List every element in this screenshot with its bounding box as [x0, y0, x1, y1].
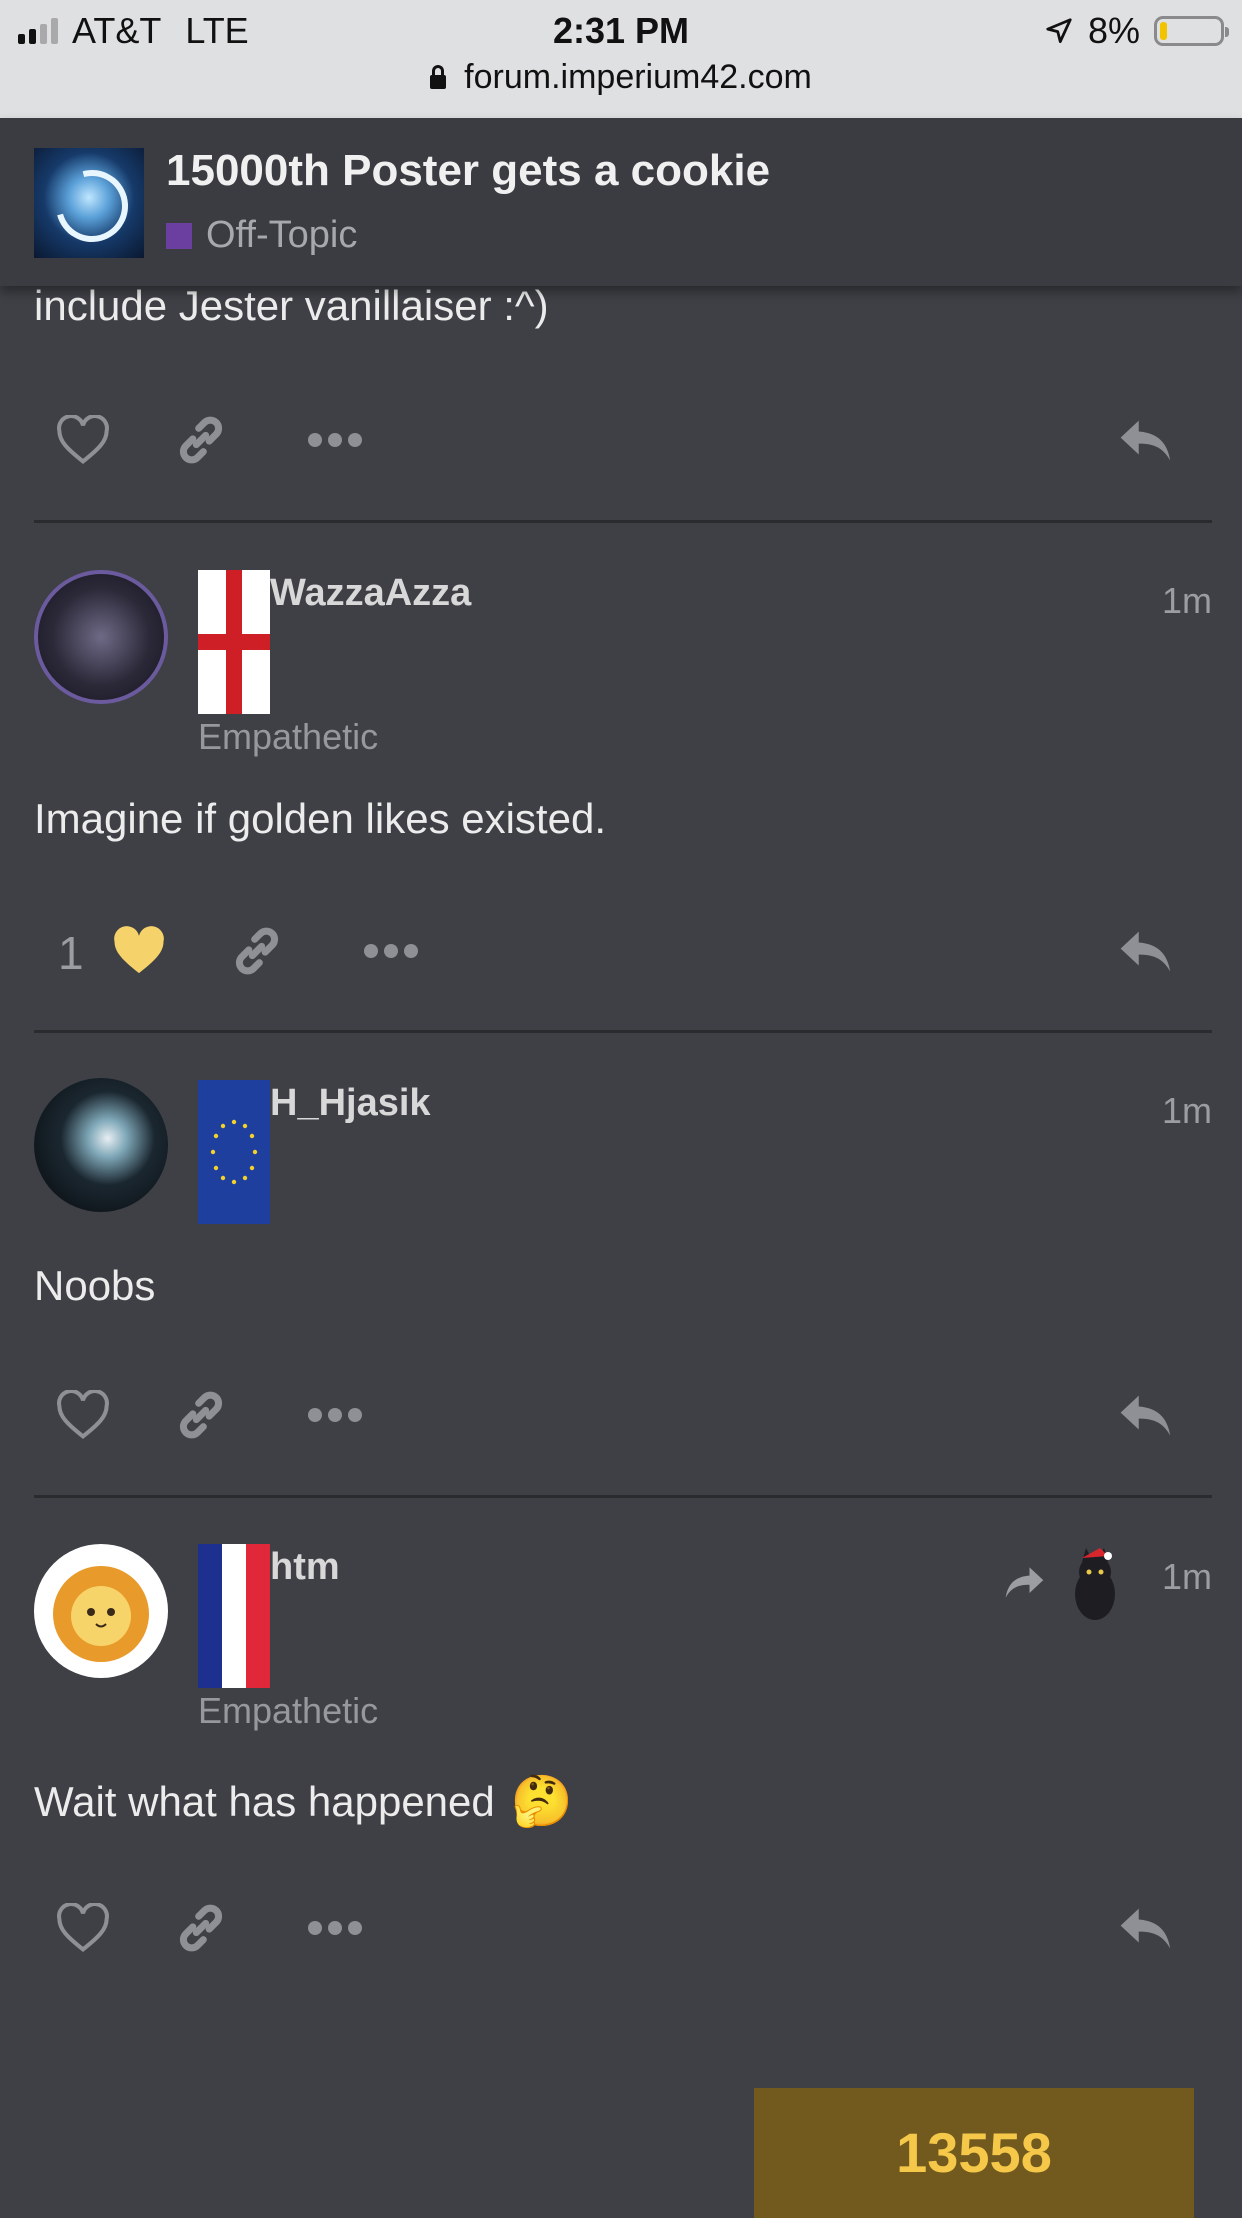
like-button[interactable] — [44, 1370, 122, 1460]
heart-outline-icon — [57, 415, 109, 464]
reply-icon — [1120, 420, 1171, 461]
lion-avatar-icon — [53, 1566, 149, 1662]
ellipsis-icon — [308, 1408, 362, 1422]
share-link-button[interactable] — [218, 906, 296, 996]
reply-button[interactable] — [1104, 1883, 1188, 1973]
reply-button[interactable] — [1104, 906, 1188, 996]
ellipsis-icon — [308, 433, 362, 447]
link-icon — [179, 1391, 223, 1439]
username[interactable]: WazzaAzza — [270, 572, 471, 615]
username[interactable]: H_Hjasik — [270, 1082, 431, 1125]
user-title: Empathetic — [198, 1690, 379, 1731]
status-right: 8% — [1044, 10, 1229, 52]
european-union-flag-icon — [198, 1080, 270, 1224]
reply-button[interactable] — [1104, 395, 1188, 485]
reply-button[interactable] — [1104, 1370, 1188, 1460]
heart-outline-icon — [57, 1390, 109, 1439]
topic-header: 15000th Poster gets a cookie Off-Topic — [0, 118, 1242, 286]
ellipsis-icon — [364, 944, 418, 958]
post-body: include Jester vanillaiser :^) — [34, 282, 549, 329]
more-actions-button[interactable] — [296, 395, 374, 485]
username[interactable]: htm — [270, 1546, 340, 1589]
more-actions-button[interactable] — [296, 1883, 374, 1973]
share-link-button[interactable] — [162, 1370, 240, 1460]
thinking-face-emoji: 🤔 — [510, 1773, 574, 1829]
post-divider — [34, 1030, 1212, 1033]
forum-logo[interactable] — [34, 148, 144, 258]
location-arrow-icon — [1046, 18, 1072, 43]
avatar[interactable] — [34, 1544, 168, 1678]
heart-outline-icon — [57, 1903, 109, 1952]
reply-to-avatar-cat-icon — [1075, 1548, 1115, 1620]
lock-icon — [430, 65, 447, 89]
like-button[interactable] — [44, 1883, 122, 1973]
post-body: Wait what has happened 🤔 — [34, 1772, 573, 1831]
link-icon — [179, 416, 223, 464]
like-button[interactable] — [44, 395, 122, 485]
post-body: Imagine if golden likes existed. — [34, 795, 606, 842]
post-divider — [34, 520, 1212, 523]
category-label: Off-Topic — [206, 214, 358, 256]
browser-status-bar: AT&T LTE 2:31 PM 8% forum.imperium42.com — [0, 0, 1242, 118]
reply-icon — [1120, 931, 1171, 972]
category-color-swatch — [166, 222, 192, 249]
reply-to-indicator[interactable] — [1002, 1538, 1132, 1628]
reply-to-arrow-icon — [1005, 1567, 1044, 1598]
post-actions — [0, 1370, 1242, 1460]
post-actions — [0, 1883, 1242, 1973]
ellipsis-icon — [308, 1921, 362, 1935]
user-title: Empathetic — [198, 716, 379, 757]
topic-progress-counter[interactable]: 13558 — [754, 2088, 1194, 2218]
avatar[interactable] — [34, 1078, 168, 1212]
like-button[interactable] — [100, 906, 178, 996]
category-badge[interactable]: Off-Topic — [166, 214, 357, 257]
post-time[interactable]: 1m — [1162, 1090, 1212, 1132]
more-actions-button[interactable] — [352, 906, 430, 996]
url-text: forum.imperium42.com — [464, 58, 812, 96]
share-link-button[interactable] — [162, 1883, 240, 1973]
link-icon — [179, 1904, 223, 1952]
post-time[interactable]: 1m — [1162, 580, 1212, 622]
url-bar[interactable]: forum.imperium42.com — [0, 58, 1242, 97]
topic-title[interactable]: 15000th Poster gets a cookie — [166, 146, 770, 196]
post-actions — [0, 395, 1242, 485]
reply-icon — [1120, 1395, 1171, 1436]
battery-percent: 8% — [1087, 10, 1140, 51]
reply-icon — [1120, 1908, 1171, 1949]
share-link-button[interactable] — [162, 395, 240, 485]
more-actions-button[interactable] — [296, 1370, 374, 1460]
france-flag-icon — [198, 1544, 270, 1688]
avatar[interactable] — [34, 570, 168, 704]
battery-icon — [1154, 16, 1229, 46]
post-divider — [34, 1495, 1212, 1498]
post-time[interactable]: 1m — [1162, 1556, 1212, 1598]
post-actions: 1 — [0, 906, 1242, 996]
england-flag-icon — [198, 570, 270, 714]
link-icon — [235, 927, 279, 975]
post-body-text: Wait what has happened — [34, 1777, 495, 1825]
post-body: Noobs — [34, 1262, 156, 1309]
heart-filled-icon — [114, 926, 164, 974]
like-count[interactable]: 1 — [58, 926, 84, 980]
